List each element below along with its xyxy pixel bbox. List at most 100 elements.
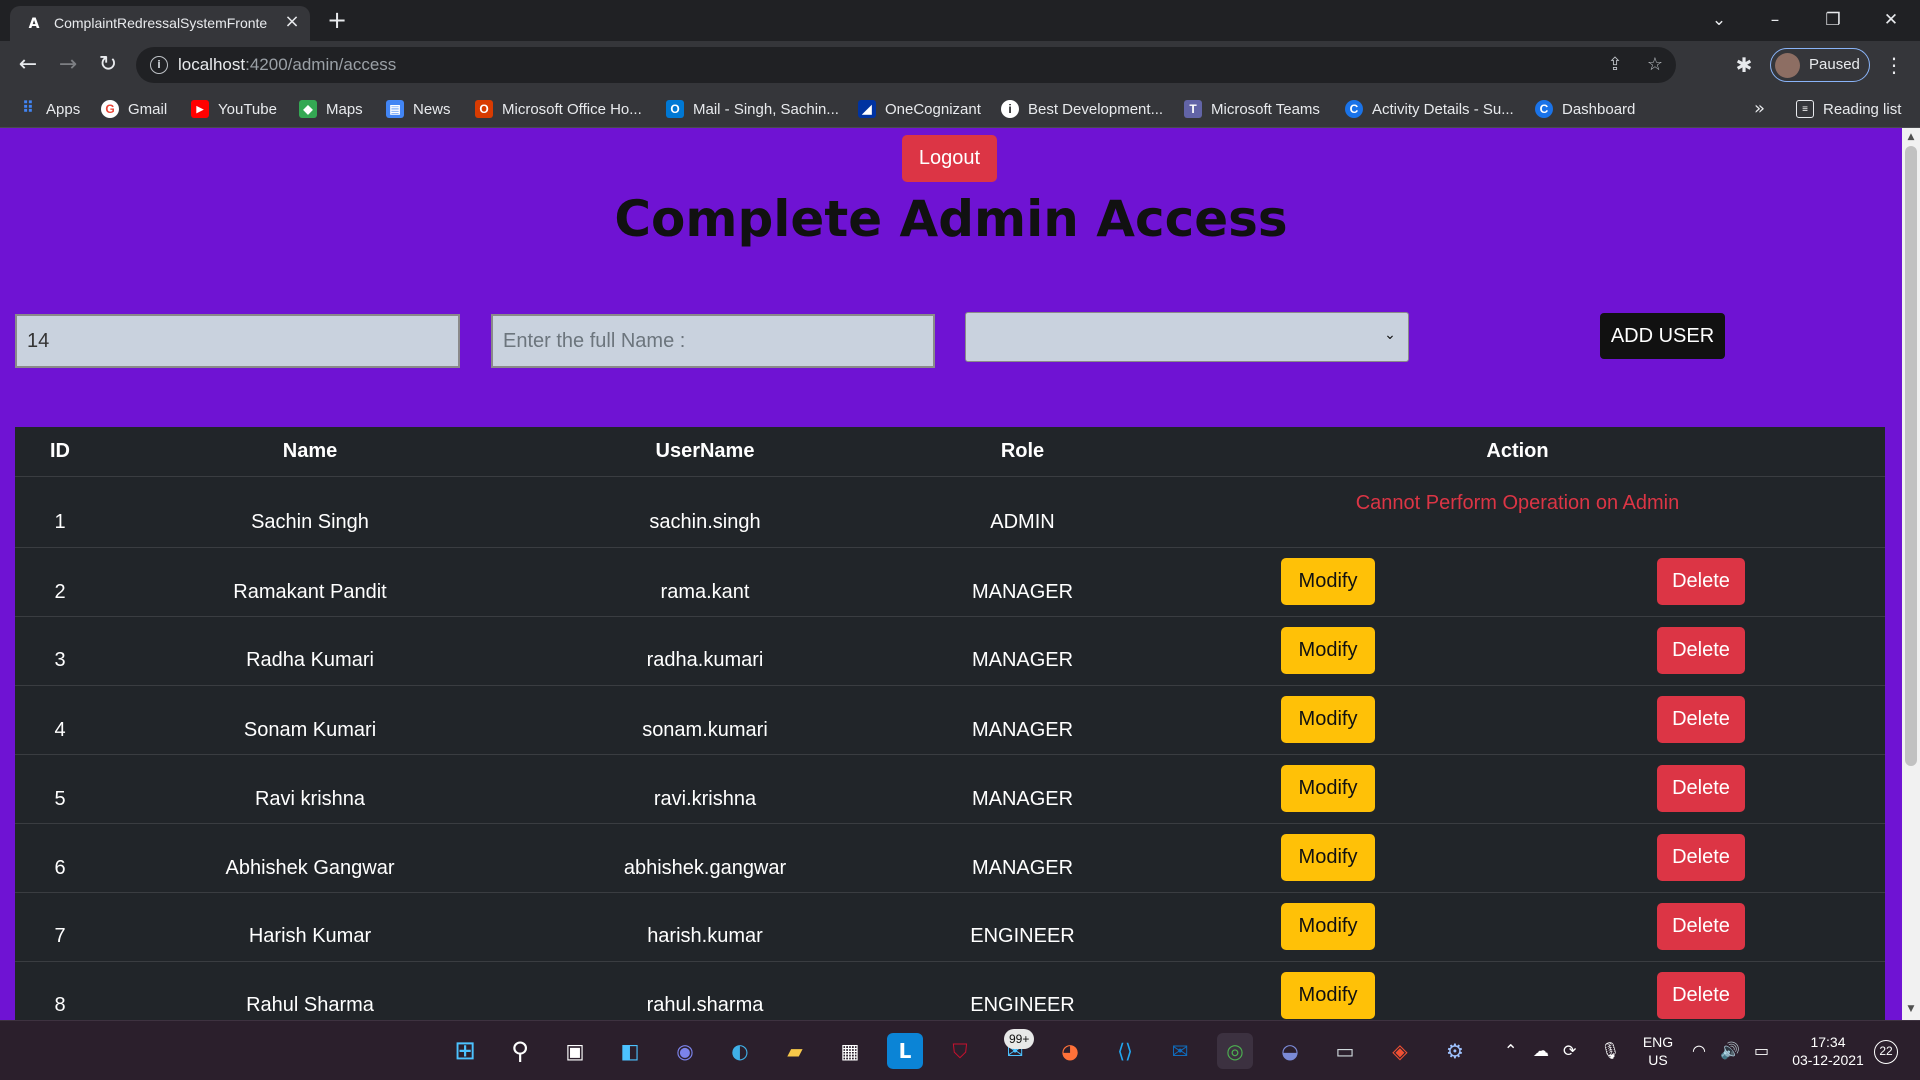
scroll-down-arrow-icon[interactable]: ▼ xyxy=(1906,1004,1916,1014)
modify-button[interactable]: Modify xyxy=(1281,834,1375,881)
address-bar[interactable]: i localhost:4200/admin/access ☆ ⇪ xyxy=(136,47,1676,83)
chrome-icon[interactable]: ◎ xyxy=(1217,1033,1253,1069)
modify-button[interactable]: Modify xyxy=(1281,972,1375,1019)
cell-name: Sonam Kumari xyxy=(243,719,377,741)
header-action: Action xyxy=(1486,440,1549,462)
cell-role: MANAGER xyxy=(971,581,1074,603)
add-user-button[interactable]: ADD USER xyxy=(1600,313,1725,359)
bookmark-gmail[interactable]: G Gmail xyxy=(101,97,167,121)
language-indicator[interactable]: ENG US xyxy=(1640,1033,1676,1069)
settings-gear-icon[interactable]: ⚙ xyxy=(1437,1033,1473,1069)
bookmarks-overflow-icon[interactable]: » xyxy=(1754,98,1765,119)
mysql-workbench-icon[interactable]: ▭ xyxy=(1327,1033,1363,1069)
edge-browser-icon[interactable]: ◐ xyxy=(722,1033,758,1069)
bookmark-onecognizant[interactable]: ◢ OneCognizant xyxy=(858,97,981,121)
share-icon[interactable]: ⇪ xyxy=(1604,54,1626,76)
close-window-button[interactable]: ✕ xyxy=(1876,8,1906,32)
browser-tab[interactable]: A ComplaintRedressalSystemFronte × xyxy=(10,6,310,41)
more-menu-icon[interactable]: ⋮ xyxy=(1884,53,1904,77)
extensions-puzzle-icon[interactable]: ✱ xyxy=(1732,53,1756,77)
widgets-icon[interactable]: ◧ xyxy=(612,1033,648,1069)
page-title: Complete Admin Access xyxy=(614,190,1288,248)
delete-button[interactable]: Delete xyxy=(1657,696,1745,743)
clock[interactable]: 17:34 03-12-2021 xyxy=(1788,1033,1868,1069)
info-circle-icon: i xyxy=(1001,100,1019,118)
bookmark-news[interactable]: ▤ News xyxy=(386,97,451,121)
cell-id: 2 xyxy=(54,581,66,603)
cell-name: Abhishek Gangwar xyxy=(225,857,395,879)
browser-tabstrip: A ComplaintRedressalSystemFronte × + ⌄ –… xyxy=(0,0,1920,41)
mcafee-icon[interactable]: ⛉ xyxy=(942,1033,978,1069)
user-id-input[interactable] xyxy=(15,314,460,368)
bookmark-apps[interactable]: ⠿ Apps xyxy=(19,97,80,121)
header-role: Role xyxy=(1000,440,1045,462)
tab-title: ComplaintRedressalSystemFronte xyxy=(54,15,268,31)
wifi-icon[interactable]: ◠ xyxy=(1692,1041,1706,1060)
battery-icon[interactable]: ▭ xyxy=(1754,1041,1769,1060)
show-hidden-icons-chevron-icon[interactable]: ⌃ xyxy=(1504,1041,1517,1060)
modify-button[interactable]: Modify xyxy=(1281,765,1375,812)
maps-icon: ◆ xyxy=(299,100,317,118)
sync-icon[interactable]: ⟳ xyxy=(1563,1041,1576,1060)
vscode-icon[interactable]: ⟨⟩ xyxy=(1107,1033,1143,1069)
bookmark-label: Maps xyxy=(326,100,363,118)
url-path: :4200/admin/access xyxy=(245,55,397,74)
task-view-icon[interactable]: ▣ xyxy=(557,1033,593,1069)
bookmark-activity-details[interactable]: C Activity Details - Su... xyxy=(1345,97,1514,121)
restore-button[interactable]: ❐ xyxy=(1818,8,1848,32)
page-scrollbar[interactable]: ▲ ▼ xyxy=(1902,128,1920,1020)
cell-id: 4 xyxy=(54,719,66,741)
l-app-icon[interactable]: L xyxy=(887,1033,923,1069)
microphone-icon[interactable]: 🎙 xyxy=(1600,1041,1620,1060)
windows-start-icon[interactable]: ⊞ xyxy=(447,1033,483,1069)
delete-button[interactable]: Delete xyxy=(1657,558,1745,605)
reading-list-button[interactable]: ≡ Reading list xyxy=(1796,97,1901,121)
delete-button[interactable]: Delete xyxy=(1657,627,1745,674)
delete-button[interactable]: Delete xyxy=(1657,903,1745,950)
header-id: ID xyxy=(50,440,70,462)
reload-icon[interactable]: ↻ xyxy=(94,51,122,79)
bookmark-youtube[interactable]: ▶ YouTube xyxy=(191,97,277,121)
browser-toolbar: ← → ↻ i localhost:4200/admin/access ☆ ⇪ … xyxy=(0,41,1920,90)
modify-button[interactable]: Modify xyxy=(1281,696,1375,743)
notification-count-badge[interactable]: 22 xyxy=(1874,1040,1898,1064)
file-explorer-icon[interactable]: ▰ xyxy=(777,1033,813,1069)
bookmark-best-development[interactable]: i Best Development... xyxy=(1001,97,1163,121)
tab-search-icon[interactable]: ⌄ xyxy=(1704,8,1734,32)
minimize-button[interactable]: – xyxy=(1760,8,1790,32)
outlook-icon[interactable]: ✉ xyxy=(1162,1033,1198,1069)
bookmark-star-icon[interactable]: ☆ xyxy=(1644,54,1666,76)
git-icon[interactable]: ◈ xyxy=(1382,1033,1418,1069)
search-icon[interactable]: ⚲ xyxy=(502,1033,538,1069)
firefox-icon[interactable]: ◕ xyxy=(1052,1033,1088,1069)
onedrive-cloud-icon[interactable]: ☁ xyxy=(1533,1041,1549,1060)
bookmark-mail[interactable]: O Mail - Singh, Sachin... xyxy=(666,97,839,121)
back-arrow-icon[interactable]: ← xyxy=(14,51,42,79)
scrollbar-thumb[interactable] xyxy=(1905,146,1917,766)
modify-button[interactable]: Modify xyxy=(1281,558,1375,605)
logout-button[interactable]: Logout xyxy=(902,135,997,182)
modify-button[interactable]: Modify xyxy=(1281,903,1375,950)
delete-button[interactable]: Delete xyxy=(1657,834,1745,881)
microsoft-store-icon[interactable]: ▦ xyxy=(832,1033,868,1069)
bookmark-label: Gmail xyxy=(128,100,168,118)
scroll-up-arrow-icon[interactable]: ▲ xyxy=(1906,132,1916,142)
role-select[interactable]: ⌄ xyxy=(965,312,1409,362)
bookmark-dashboard[interactable]: C Dashboard xyxy=(1535,97,1635,121)
modify-button[interactable]: Modify xyxy=(1281,627,1375,674)
site-info-icon[interactable]: i xyxy=(150,56,168,74)
bookmark-teams[interactable]: T Microsoft Teams xyxy=(1184,97,1320,121)
profile-button[interactable]: Paused xyxy=(1770,48,1870,82)
forward-arrow-icon[interactable]: → xyxy=(54,51,82,79)
volume-icon[interactable]: 🔊 xyxy=(1720,1041,1740,1060)
teams-chat-icon[interactable]: ◉ xyxy=(667,1033,703,1069)
new-tab-button[interactable]: + xyxy=(324,8,350,34)
bookmark-maps[interactable]: ◆ Maps xyxy=(299,97,363,121)
bookmark-office[interactable]: O Microsoft Office Ho... xyxy=(475,97,642,121)
url-text[interactable]: localhost:4200/admin/access xyxy=(178,55,396,75)
delete-button[interactable]: Delete xyxy=(1657,765,1745,812)
close-tab-icon[interactable]: × xyxy=(282,12,302,32)
eclipse-icon[interactable]: ◒ xyxy=(1272,1033,1308,1069)
delete-button[interactable]: Delete xyxy=(1657,972,1745,1019)
full-name-input[interactable] xyxy=(491,314,935,368)
